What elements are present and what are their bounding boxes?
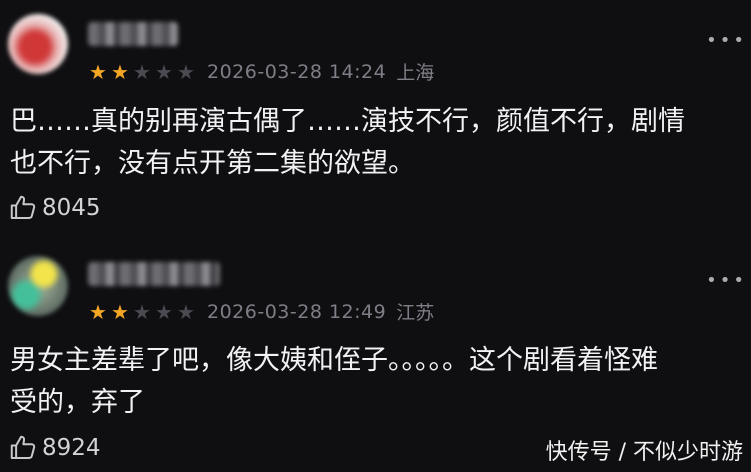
watermark-text: 快传号 / 不似少时游 [545,440,743,465]
star-rating: ★ ★ ★ ★ ★ [87,61,197,83]
more-dots-icon[interactable]: ••• [706,270,747,291]
more-dots-icon[interactable]: ••• [706,30,747,51]
username-blurred[interactable] [88,262,220,286]
avatar[interactable] [8,256,68,316]
star-filled-icon: ★ [89,299,107,324]
timestamp: 2026-03-28 12:49 [207,300,387,323]
comment-text-line: 也不行，没有点开第二集的欲望。 [10,148,415,179]
location: 江苏 [396,302,435,324]
comment-text-line: 受的，弃了 [10,387,145,418]
comment-text-line: 巴……真的别再演古偶了……演技不行，颜值不行，剧情 [10,106,685,137]
thumbs-up-icon [10,435,36,459]
comment-text: 巴……真的别再演古偶了……演技不行，颜值不行，剧情 也不行，没有点开第二集的欲望… [10,101,740,185]
avatar[interactable] [8,14,68,74]
star-rating: ★ ★ ★ ★ ★ [87,301,197,323]
comment-meta: ★ ★ ★ ★ ★ 2026-03-28 14:24 上海 [87,58,434,85]
star-empty-icon: ★ [155,299,173,324]
thumbs-up-icon [10,195,36,219]
like-count: 8045 [42,195,101,221]
location: 上海 [396,62,435,84]
star-empty-icon: ★ [177,59,195,84]
timestamp: 2026-03-28 14:24 [207,60,387,83]
comment-text-line: 男女主差辈了吧，像大姨和侄子。。。。。这个剧看着怪难 [10,345,658,376]
star-filled-icon: ★ [111,59,129,84]
username-blurred[interactable] [88,22,178,46]
star-filled-icon: ★ [111,299,129,324]
star-empty-icon: ★ [133,59,151,84]
like-button[interactable]: 8924 [8,433,101,463]
comment-meta: ★ ★ ★ ★ ★ 2026-03-28 12:49 江苏 [87,298,434,325]
like-button[interactable]: 8045 [8,193,101,223]
comment-text: 男女主差辈了吧，像大姨和侄子。。。。。这个剧看着怪难 受的，弃了 [10,340,740,424]
like-count: 8924 [42,435,101,461]
star-empty-icon: ★ [155,59,173,84]
star-empty-icon: ★ [177,299,195,324]
star-filled-icon: ★ [89,59,107,84]
star-empty-icon: ★ [133,299,151,324]
